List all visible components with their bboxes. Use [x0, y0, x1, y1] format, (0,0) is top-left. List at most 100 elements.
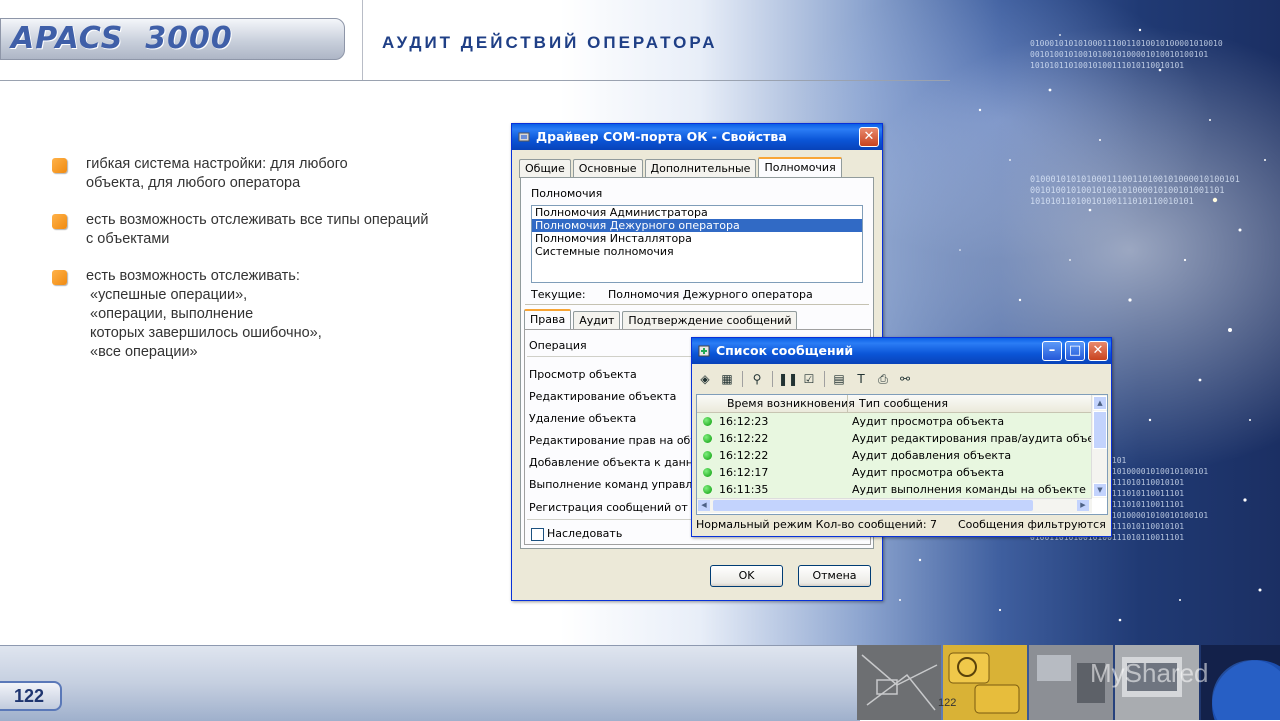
message-list-titlebar[interactable]: Список сообщений – □ ✕ — [692, 338, 1111, 364]
bullet-marker-icon — [52, 158, 67, 173]
print-icon[interactable]: ⎙ — [874, 371, 892, 387]
ok-button[interactable]: OK — [710, 565, 783, 587]
tab-confirm-messages[interactable]: Подтверждение сообщений — [622, 311, 798, 330]
message-grid: Время возникновения Тип сообщения 16:12:… — [696, 394, 1108, 515]
inherit-checkbox[interactable] — [531, 528, 544, 541]
footer-band — [0, 645, 860, 721]
table-row[interactable]: 16:12:22 Аудит редактирования прав/аудит… — [697, 430, 1107, 448]
toolbar-separator — [824, 371, 825, 387]
status-ok-icon — [703, 485, 712, 494]
permissions-listbox[interactable]: Полномочия Администратора Полномочия Деж… — [531, 205, 863, 283]
status-ok-icon — [703, 451, 712, 460]
horizontal-scrollbar[interactable]: ◀ ▶ — [697, 498, 1092, 513]
scroll-up-icon[interactable]: ▲ — [1093, 396, 1107, 410]
bullet-item: есть возможность отслеживать все типы оп… — [52, 211, 482, 249]
vertical-scrollbar[interactable]: ▲ ▼ — [1091, 395, 1107, 498]
message-list-window: Список сообщений – □ ✕ ◈ ▦ ⚲ ❚❚ ☑ ▤ T ⎙ … — [691, 337, 1112, 537]
row-type: Аудит просмотра объекта — [852, 466, 1005, 479]
table-row[interactable]: 16:12:23 Аудит просмотра объекта — [697, 413, 1092, 431]
list-item-selected[interactable]: Полномочия Дежурного оператора — [532, 219, 862, 232]
bullet-text: гибкая система настройки: для любого — [86, 156, 348, 172]
bullet-text: есть возможность отслеживать все типы оп… — [86, 212, 429, 228]
bullet-text: объекта, для любого оператора — [86, 175, 301, 191]
watermark: MyShared — [1090, 658, 1209, 688]
minimize-icon[interactable]: – — [1042, 341, 1062, 361]
properties-titlebar[interactable]: Драйвер COM-порта ОК - Свойства ✕ — [512, 124, 882, 150]
binoculars-icon[interactable]: ⚯ — [896, 371, 914, 387]
tab-main[interactable]: Основные — [572, 159, 643, 178]
font-icon[interactable]: T — [852, 371, 870, 387]
bullet-list: гибкая система настройки: для любого объ… — [52, 155, 482, 380]
tab-rights[interactable]: Права — [524, 309, 572, 331]
table-icon[interactable]: ▦ — [718, 371, 736, 387]
column-header-type[interactable]: Тип сообщения — [859, 395, 948, 412]
status-filter: Сообщения фильтруются — [958, 518, 1106, 531]
page-number-badge: 122 — [0, 681, 62, 711]
header-divider — [362, 0, 363, 80]
status-ok-icon — [703, 468, 712, 477]
row-time: 16:12:23 — [719, 415, 769, 428]
table-row[interactable]: 16:12:17 Аудит просмотра объекта — [697, 464, 1092, 482]
row-type: Аудит просмотра объекта — [852, 415, 1005, 428]
status-mode-count: Нормальный режим Кол-во сообщений: 7 — [696, 518, 938, 531]
close-icon[interactable]: ✕ — [859, 127, 879, 147]
list-item[interactable]: Полномочия Инсталлятора — [532, 232, 862, 245]
table-row[interactable]: 16:12:22 Аудит добавления объекта — [697, 447, 1092, 465]
list-item[interactable]: Системные полномочия — [532, 245, 862, 258]
logo-number: 3000 — [145, 21, 233, 56]
footer-photo-strip — [857, 645, 1280, 720]
message-toolbar: ◈ ▦ ⚲ ❚❚ ☑ ▤ T ⎙ ⚯ — [696, 368, 918, 390]
column-header-time[interactable]: Время возникновения — [727, 395, 855, 412]
status-ok-icon — [703, 434, 712, 443]
status-ok-icon — [703, 417, 712, 426]
checklist-icon[interactable]: ☑ — [800, 371, 818, 387]
current-label: Текущие: — [531, 288, 586, 301]
permissions-group-label: Полномочия — [531, 187, 603, 200]
export-text-icon[interactable]: ▤ — [830, 371, 848, 387]
close-icon[interactable]: ✕ — [1088, 341, 1108, 361]
properties-title: Драйвер COM-порта ОК - Свойства — [536, 129, 787, 144]
maximize-icon[interactable]: □ — [1065, 341, 1085, 361]
bullet-text: есть возможность отслеживать: — [86, 268, 300, 284]
toolbar-separator — [742, 371, 743, 387]
cancel-button[interactable]: Отмена — [798, 565, 871, 587]
tab-additional[interactable]: Дополнительные — [644, 159, 757, 178]
apacs-logo: APACS 3000 — [0, 18, 345, 60]
column-divider — [847, 395, 848, 412]
operation-row: Удаление объекта — [529, 412, 637, 425]
row-type: Аудит добавления объекта — [852, 449, 1012, 462]
bullet-subtext: «все операции» — [90, 344, 198, 360]
pause-icon[interactable]: ❚❚ — [778, 371, 798, 387]
properties-tabs: Общие Основные Дополнительные Полномочия — [519, 157, 844, 179]
divider — [525, 304, 869, 305]
scroll-right-icon[interactable]: ▶ — [1077, 500, 1089, 511]
scroll-down-icon[interactable]: ▼ — [1093, 483, 1107, 497]
toolbar-separator — [772, 371, 773, 387]
tab-general[interactable]: Общие — [519, 159, 571, 178]
scroll-left-icon[interactable]: ◀ — [698, 500, 710, 511]
table-row[interactable]: 16:11:35 Аудит выполнения команды на объ… — [697, 481, 1092, 499]
tab-audit[interactable]: Аудит — [573, 311, 621, 330]
operation-header: Операция — [529, 339, 587, 352]
search-icon[interactable]: ⚲ — [748, 371, 766, 387]
bullet-marker-icon — [52, 214, 67, 229]
tab-permissions[interactable]: Полномочия — [758, 157, 842, 179]
bullet-text: с объектами — [86, 231, 170, 247]
operation-row: Редактирование прав на объект — [529, 434, 718, 447]
list-item[interactable]: Полномочия Администратора — [532, 206, 862, 219]
operation-row: Редактирование объекта — [529, 390, 677, 403]
bullet-subtext: «успешные операции», — [90, 287, 248, 303]
bullet-item: есть возможность отслеживать: «успешные … — [52, 267, 482, 362]
driver-icon — [518, 132, 530, 142]
filter-icon[interactable]: ◈ — [696, 371, 714, 387]
row-type: Аудит выполнения команды на объекте — [852, 483, 1086, 496]
bullet-subtext: «операции, выполнение — [90, 306, 254, 322]
rights-subtabs: Права Аудит Подтверждение сообщений — [524, 309, 799, 331]
inherit-label: Наследовать — [547, 527, 623, 540]
scroll-thumb[interactable] — [1093, 411, 1107, 449]
binary-decoration: 0100010101010001110011010010100001010010… — [1030, 39, 1223, 70]
bullet-marker-icon — [52, 270, 67, 285]
scroll-thumb[interactable] — [713, 500, 1033, 511]
bullet-item: гибкая система настройки: для любого объ… — [52, 155, 482, 193]
row-type: Аудит редактирования прав/аудита объекта — [852, 432, 1108, 445]
